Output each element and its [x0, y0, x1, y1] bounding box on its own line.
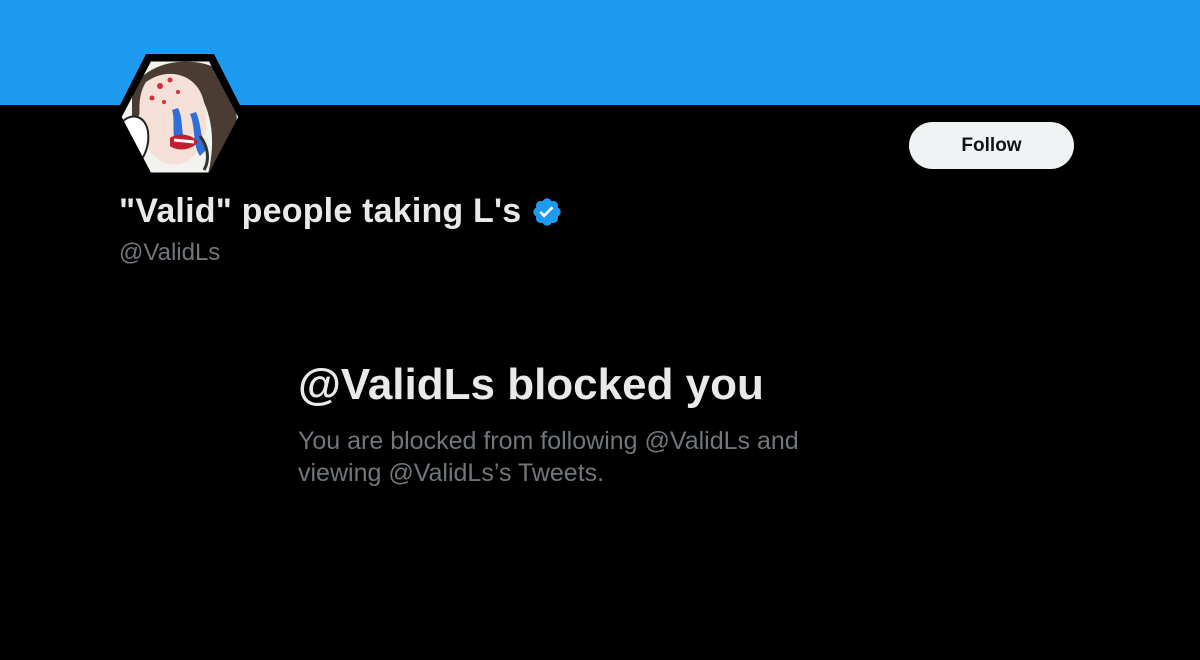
blocked-description: You are blocked from following @ValidLs …	[298, 427, 799, 487]
blocked-title: @ValidLs blocked you	[298, 360, 764, 409]
verified-badge-icon	[531, 196, 563, 228]
profile-handle: @ValidLs	[119, 239, 221, 266]
profile-avatar[interactable]	[112, 52, 248, 182]
avatar-image	[114, 54, 246, 180]
follow-button[interactable]: Follow	[909, 122, 1074, 169]
profile-name-row: "Valid" people taking L's	[119, 192, 563, 231]
profile-display-name: "Valid" people taking L's	[119, 192, 522, 230]
